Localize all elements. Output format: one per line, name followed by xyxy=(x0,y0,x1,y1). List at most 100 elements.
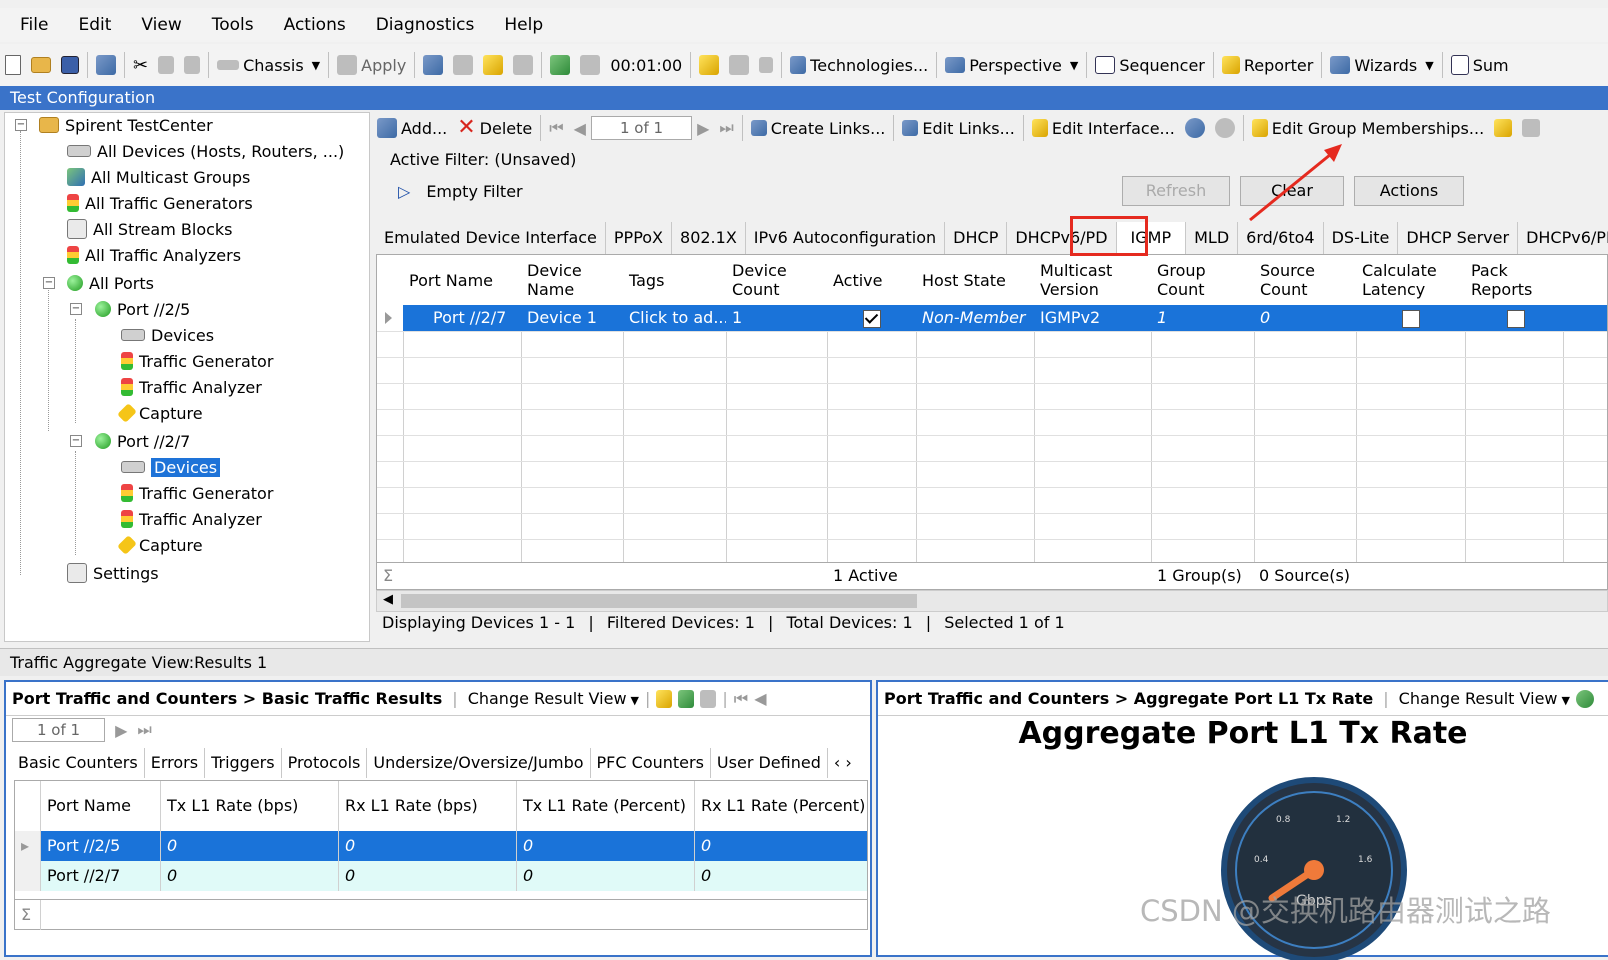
tab-pppox[interactable]: PPPoX xyxy=(606,222,673,254)
clear-results-icon[interactable] xyxy=(700,689,717,708)
col-rx-l1-rate-bps[interactable]: Rx L1 Rate (bps) xyxy=(339,781,517,831)
first-page-button[interactable]: ⏮ xyxy=(544,113,568,143)
refresh-results-icon[interactable] xyxy=(678,689,695,708)
tree-port1-devices[interactable]: Devices xyxy=(121,323,214,347)
paste-button[interactable] xyxy=(179,50,205,80)
col-source-count[interactable]: Source Count xyxy=(1254,255,1356,305)
collapse-icon[interactable]: − xyxy=(43,277,55,289)
latency-checkbox[interactable] xyxy=(1402,309,1420,328)
first-page-icon[interactable]: ⏮ xyxy=(734,689,748,709)
cell-calculate-latency[interactable] xyxy=(1356,305,1465,331)
menu-tools[interactable]: Tools xyxy=(197,15,269,35)
tab-8021x[interactable]: 802.1X xyxy=(672,222,746,254)
menu-view[interactable]: View xyxy=(126,15,196,35)
change-result-view-button[interactable]: Change Result View ▼ xyxy=(1399,689,1570,708)
tab-emulated-device-interface[interactable]: Emulated Device Interface xyxy=(376,222,606,254)
selected-row[interactable]: Port //2/7 Device 1 Click to ad... 1 Non… xyxy=(403,305,1607,331)
tab-scroll-icon[interactable]: ‹ › xyxy=(828,748,858,778)
export-icon[interactable] xyxy=(656,689,673,708)
next-page-icon[interactable]: ▶ xyxy=(115,721,127,740)
scroll-thumb[interactable] xyxy=(401,594,917,608)
tree-settings[interactable]: Settings xyxy=(67,561,159,585)
tree-port1-capture[interactable]: Capture xyxy=(117,401,203,425)
device-stop-button[interactable] xyxy=(1210,113,1240,143)
scroll-left-icon[interactable]: ◀ xyxy=(383,592,393,607)
tree-port2-devices[interactable]: Devices xyxy=(121,455,221,479)
tree-port1-analyzer[interactable]: Traffic Analyzer xyxy=(121,375,262,399)
add-device-button[interactable]: Add... xyxy=(372,113,452,143)
save-as-button[interactable] xyxy=(91,50,121,80)
col-device-name[interactable]: Device Name xyxy=(521,255,623,305)
tab-mld[interactable]: MLD xyxy=(1186,222,1239,254)
refresh-results-icon[interactable] xyxy=(1575,689,1594,708)
empty-filter-row[interactable]: ▷ Empty Filter xyxy=(398,182,523,201)
start-traffic-button[interactable] xyxy=(545,50,575,80)
tree-all-ports[interactable]: All Ports xyxy=(67,271,154,295)
table-row[interactable]: Port //2/7 Device 1 Click to ad... 1 Non… xyxy=(377,305,1607,332)
tab-dhcp[interactable]: DHCP xyxy=(945,222,1008,254)
tab-pfc-counters[interactable]: PFC Counters xyxy=(591,748,711,778)
cell-device-name[interactable]: Device 1 xyxy=(521,305,623,331)
delete-device-button[interactable]: ✕ Delete xyxy=(452,113,537,143)
change-result-view-button[interactable]: Change Result View ▼ xyxy=(468,689,639,708)
open-button[interactable] xyxy=(26,50,56,80)
edit-links-button[interactable]: Edit Links... xyxy=(897,113,1019,143)
last-page-icon[interactable]: ⏭ xyxy=(137,720,151,740)
pack-reports-checkbox[interactable] xyxy=(1507,309,1525,328)
tab-ipv6-autoconfig[interactable]: IPv6 Autoconfiguration xyxy=(746,222,946,254)
col-tx-l1-rate-bps[interactable]: Tx L1 Rate (bps) xyxy=(161,781,339,831)
group-stop-button[interactable] xyxy=(1517,113,1545,143)
col-port-name[interactable]: Port Name xyxy=(403,255,521,305)
device-start-button[interactable] xyxy=(1180,113,1210,143)
create-links-button[interactable]: Create Links... xyxy=(746,113,891,143)
stop-traffic-button[interactable] xyxy=(575,50,605,80)
col-tx-l1-rate-percent[interactable]: Tx L1 Rate (Percent) xyxy=(517,781,695,831)
save-button[interactable] xyxy=(56,50,84,80)
tab-user-defined[interactable]: User Defined xyxy=(711,748,828,778)
col-rx-l1-rate-percent[interactable]: Rx L1 Rate (Percent) xyxy=(695,781,867,831)
collapse-icon[interactable]: − xyxy=(70,303,82,315)
horizontal-scrollbar[interactable]: ◀ xyxy=(376,590,1608,612)
menu-help[interactable]: Help xyxy=(489,15,558,35)
refresh-button[interactable]: Refresh xyxy=(1122,176,1230,206)
link-button[interactable] xyxy=(694,50,724,80)
perspective-button[interactable]: Perspective ▼ xyxy=(940,50,1083,80)
arp-all-button[interactable] xyxy=(448,50,478,80)
tree-port2-capture[interactable]: Capture xyxy=(117,533,203,557)
start-devices-button[interactable] xyxy=(478,50,508,80)
arp-button[interactable] xyxy=(418,50,448,80)
col-port-name[interactable]: Port Name xyxy=(41,781,161,831)
tab-dhcpv6-pd-server[interactable]: DHCPv6/PD S xyxy=(1518,222,1608,254)
lock-button[interactable] xyxy=(754,50,778,80)
collapse-icon[interactable]: − xyxy=(70,435,82,447)
actions-button[interactable]: Actions xyxy=(1354,176,1464,206)
tab-undersize-oversize-jumbo[interactable]: Undersize/Oversize/Jumbo xyxy=(367,748,591,778)
last-page-button[interactable]: ⏭ xyxy=(714,113,738,143)
summary-button[interactable]: Sum xyxy=(1446,50,1514,80)
tree-all-generators[interactable]: All Traffic Generators xyxy=(67,191,253,215)
col-host-state[interactable]: Host State xyxy=(916,255,1034,305)
tree-port1-generator[interactable]: Traffic Generator xyxy=(121,349,273,373)
reporter-button[interactable]: Reporter xyxy=(1217,50,1318,80)
table-row[interactable]: Port //2/7 0 0 0 0 xyxy=(15,861,867,891)
cell-multicast-version[interactable]: IGMPv2 xyxy=(1034,305,1151,331)
apply-button[interactable]: Apply xyxy=(332,50,411,80)
tab-errors[interactable]: Errors xyxy=(145,748,206,778)
col-group-count[interactable]: Group Count xyxy=(1151,255,1254,305)
prev-page-button[interactable]: ◀ xyxy=(569,113,591,143)
col-tags[interactable]: Tags xyxy=(623,255,726,305)
menu-file[interactable]: File xyxy=(0,15,63,35)
tree-all-analyzers[interactable]: All Traffic Analyzers xyxy=(67,243,241,267)
tree-port2-generator[interactable]: Traffic Generator xyxy=(121,481,273,505)
col-device-count[interactable]: Device Count xyxy=(726,255,827,305)
page-indicator[interactable]: 1 of 1 xyxy=(590,116,693,140)
copy-button[interactable] xyxy=(153,50,179,80)
cell-pack-reports[interactable] xyxy=(1465,305,1563,331)
tree-all-devices[interactable]: All Devices (Hosts, Routers, ...) xyxy=(67,139,344,163)
cut-button[interactable]: ✂ xyxy=(128,50,153,80)
stop-devices-button[interactable] xyxy=(508,50,538,80)
menu-diagnostics[interactable]: Diagnostics xyxy=(361,15,490,35)
cell-tags[interactable]: Click to ad... xyxy=(623,305,726,331)
cell-device-count[interactable]: 1 xyxy=(726,305,827,331)
results-page-indicator[interactable]: 1 of 1 xyxy=(12,718,106,742)
